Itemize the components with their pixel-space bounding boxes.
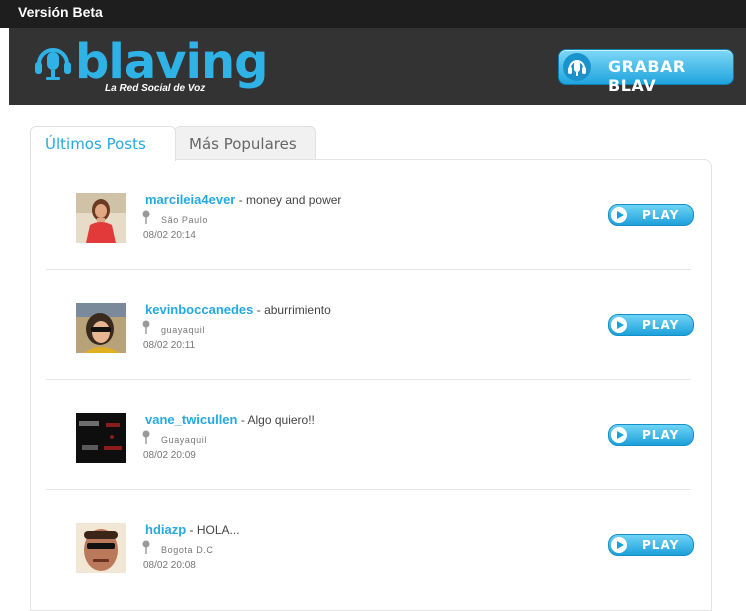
microphone-icon xyxy=(35,48,71,80)
logo-tagline: La Red Social de Voz xyxy=(105,83,206,94)
post-location: guayaquil xyxy=(161,325,205,335)
beta-label: Versión Beta xyxy=(18,4,103,20)
post-item: marcileia4ever - money and power São Pau… xyxy=(31,160,711,270)
location-pin-icon xyxy=(142,210,150,224)
post-message: - money and power xyxy=(238,193,342,207)
post-header: hdiazp - HOLA... xyxy=(145,522,240,537)
record-blav-button[interactable]: GRABAR BLAV xyxy=(558,49,734,95)
microphone-icon xyxy=(563,53,591,81)
post-location: São Paulo xyxy=(161,215,208,225)
post-timestamp: 08/02 20:08 xyxy=(143,560,196,571)
post-location: Guayaquil xyxy=(161,435,207,445)
play-button[interactable]: PLAY xyxy=(608,424,694,446)
post-message: - aburrimiento xyxy=(256,303,331,317)
location-pin-icon xyxy=(142,540,150,554)
post-item: vane_twicullen - Algo quiero!! Guayaquil… xyxy=(31,380,711,490)
post-message: - HOLA... xyxy=(189,523,240,537)
play-label: PLAY xyxy=(642,318,680,332)
post-header: vane_twicullen - Algo quiero!! xyxy=(145,412,315,427)
tab-most-popular-label: Más Populares xyxy=(189,135,297,153)
post-header: marcileia4ever - money and power xyxy=(145,192,341,207)
post-header: kevinboccanedes - aburrimiento xyxy=(145,302,331,317)
avatar[interactable] xyxy=(76,413,126,463)
post-username[interactable]: hdiazp xyxy=(145,522,186,537)
logo-text: blaving xyxy=(75,34,268,90)
posts-panel: marcileia4ever - money and power São Pau… xyxy=(30,159,712,611)
play-icon xyxy=(617,431,624,439)
play-icon xyxy=(617,321,624,329)
post-location: Bogota D.C xyxy=(161,545,214,555)
post-username[interactable]: marcileia4ever xyxy=(145,192,235,207)
record-blav-label: GRABAR BLAV xyxy=(608,57,686,95)
post-timestamp: 08/02 20:11 xyxy=(143,340,196,351)
play-label: PLAY xyxy=(642,208,680,222)
post-timestamp: 08/02 20:14 xyxy=(143,230,196,241)
tab-latest-posts[interactable]: Últimos Posts xyxy=(30,126,176,161)
play-icon xyxy=(617,211,624,219)
avatar[interactable] xyxy=(76,303,126,353)
blaving-logo[interactable]: blaving La Red Social de Voz xyxy=(33,34,268,100)
post-username[interactable]: vane_twicullen xyxy=(145,412,237,427)
avatar[interactable] xyxy=(76,193,126,243)
play-button[interactable]: PLAY xyxy=(608,204,694,226)
tab-latest-posts-label: Últimos Posts xyxy=(45,135,146,153)
post-item: hdiazp - HOLA... Bogota D.C 08/02 20:08 … xyxy=(31,490,711,600)
location-pin-icon xyxy=(142,430,150,444)
play-label: PLAY xyxy=(642,538,680,552)
play-button[interactable]: PLAY xyxy=(608,534,694,556)
play-button[interactable]: PLAY xyxy=(608,314,694,336)
post-timestamp: 08/02 20:09 xyxy=(143,450,196,461)
location-pin-icon xyxy=(142,320,150,334)
beta-bar: Versión Beta xyxy=(0,0,746,28)
tab-most-popular[interactable]: Más Populares xyxy=(174,126,316,161)
play-label: PLAY xyxy=(642,428,680,442)
post-message: - Algo quiero!! xyxy=(240,413,315,427)
play-icon xyxy=(617,541,624,549)
post-item: kevinboccanedes - aburrimiento guayaquil… xyxy=(31,270,711,380)
post-username[interactable]: kevinboccanedes xyxy=(145,302,253,317)
avatar[interactable] xyxy=(76,523,126,573)
site-header: blaving La Red Social de Voz GRABAR BLAV xyxy=(9,28,746,105)
